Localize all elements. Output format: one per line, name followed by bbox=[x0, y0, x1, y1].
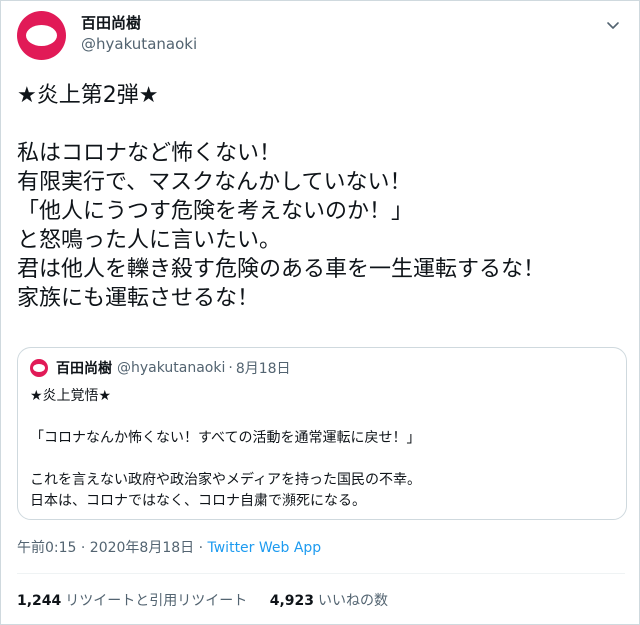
likes-count: 4,923 bbox=[269, 593, 315, 609]
tweet-text: ★炎上第2弾★ 私はコロナなど怖くない！ 有限実行で、マスクなんかしていない！ … bbox=[17, 83, 546, 311]
tweet-header: 百田尚樹 @hyakutanaoki bbox=[17, 11, 625, 61]
likes-label: いいねの数 bbox=[318, 593, 389, 609]
tweet-stats: 1,244 リツイートと引用リツイート 4,923 いいねの数 bbox=[17, 591, 406, 611]
retweets-stat[interactable]: 1,244 リツイートと引用リツイート bbox=[17, 591, 247, 611]
quoted-avatar bbox=[30, 359, 48, 377]
tweet-meta: 午前0:15 · 2020年8月18日 · Twitter Web App bbox=[17, 538, 321, 558]
quoted-date: 8月18日 bbox=[235, 361, 291, 377]
likes-stat[interactable]: 4,923 いいねの数 bbox=[270, 591, 388, 611]
meta-separator: · bbox=[194, 540, 208, 556]
tweet-timestamp[interactable]: 午前0:15 · 2020年8月18日 bbox=[17, 540, 194, 556]
tweet-card: 百田尚樹 @hyakutanaoki ★炎上第2弾★ 私はコロナなど怖くない！ … bbox=[0, 0, 640, 625]
divider bbox=[17, 573, 625, 574]
source-app-link[interactable]: Twitter Web App bbox=[208, 540, 322, 556]
quoted-tweet-header: 百田尚樹 @hyakutanaoki · 8月18日 bbox=[30, 358, 291, 378]
quoted-handle: @hyakutanaoki bbox=[117, 360, 226, 376]
retweets-label: リツイートと引用リツイート bbox=[65, 593, 248, 609]
quoted-display-name: 百田尚樹 bbox=[56, 361, 112, 377]
avatar[interactable] bbox=[17, 11, 66, 60]
chevron-down-icon[interactable] bbox=[601, 13, 625, 37]
quoted-tweet-text: ★炎上覚悟★ 「コロナなんか怖くない！すべての活動を通常運転に戻せ！」 これを言… bbox=[30, 388, 422, 509]
author-names: 百田尚樹 @hyakutanaoki bbox=[81, 13, 197, 55]
quoted-tweet[interactable]: 百田尚樹 @hyakutanaoki · 8月18日 ★炎上覚悟★ 「コロナなん… bbox=[17, 347, 627, 520]
retweets-count: 1,244 bbox=[17, 593, 62, 609]
quoted-separator: · bbox=[228, 360, 233, 376]
author-handle[interactable]: @hyakutanaoki bbox=[81, 33, 197, 55]
author-display-name[interactable]: 百田尚樹 bbox=[81, 13, 197, 33]
